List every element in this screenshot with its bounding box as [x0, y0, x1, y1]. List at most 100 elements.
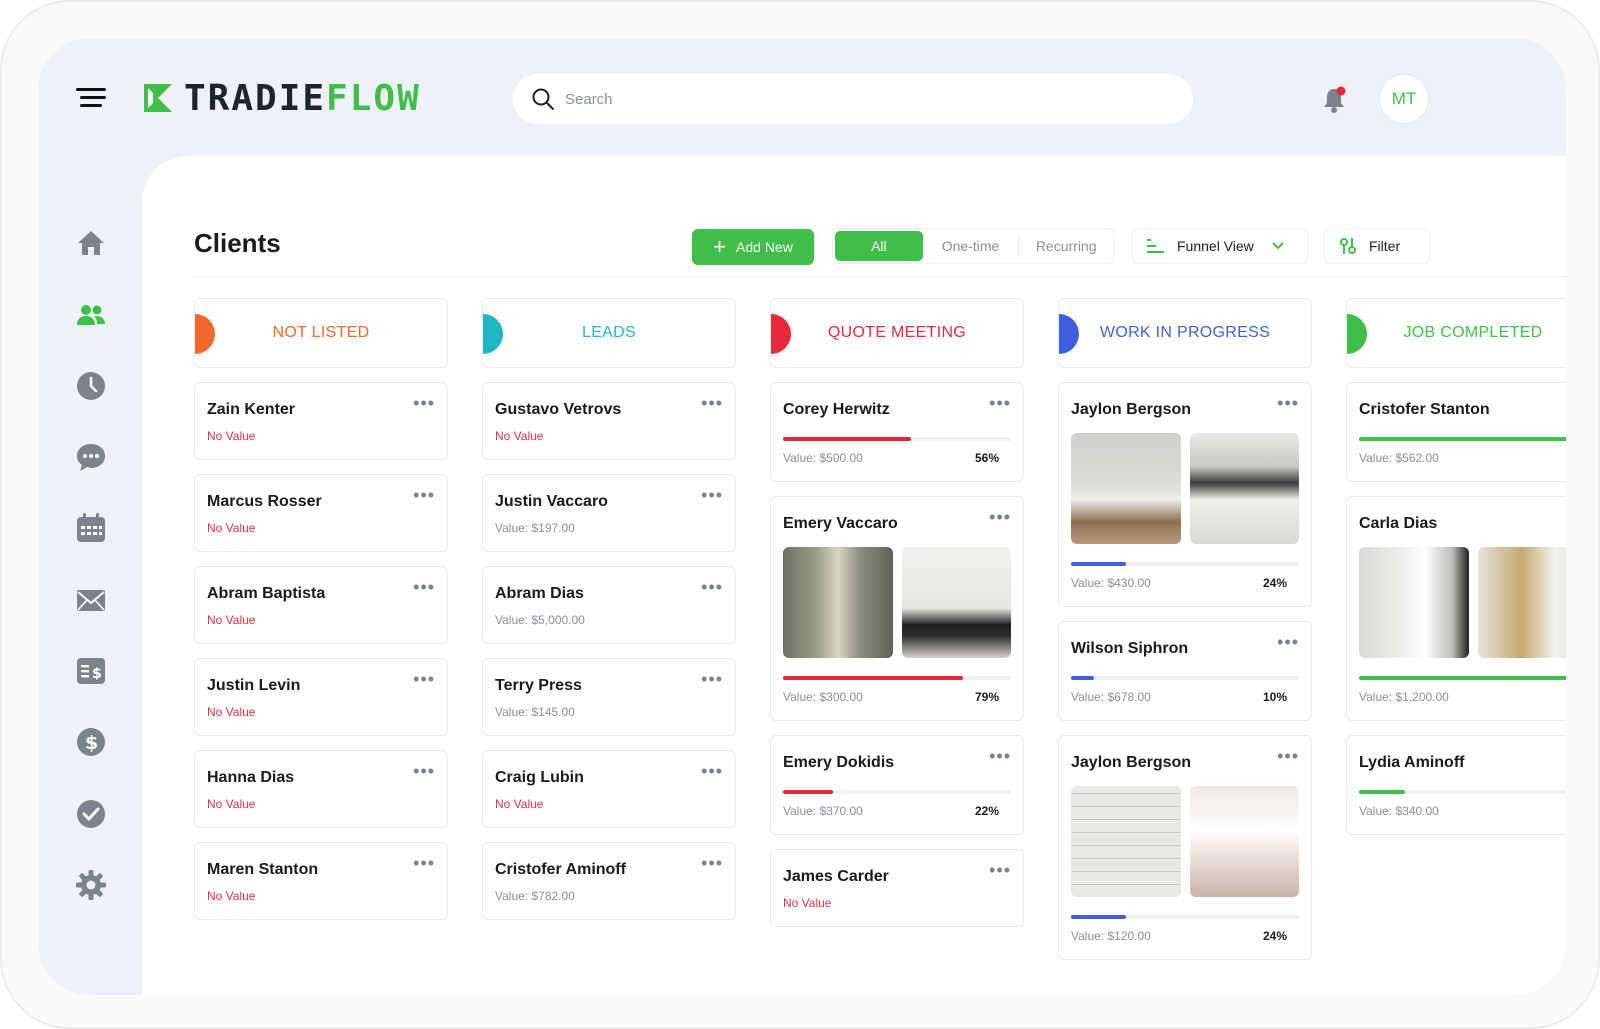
bright-kitchen-photo[interactable]	[1189, 786, 1299, 897]
deal-value: Value: $5,000.00	[495, 613, 585, 627]
more-options-icon[interactable]: •••	[1277, 393, 1299, 414]
stage-color-dot	[1347, 314, 1367, 354]
more-options-icon[interactable]: •••	[1565, 746, 1566, 767]
progress-bar	[1071, 915, 1299, 919]
gear-icon[interactable]	[74, 868, 108, 902]
client-name: Justin Vaccaro	[495, 493, 608, 510]
lounge-photo[interactable]	[1189, 433, 1299, 544]
more-options-icon[interactable]: •••	[1277, 746, 1299, 767]
client-card[interactable]: Emery Vaccaro ••• Value: $300.00 79%	[770, 496, 1024, 721]
card-value-row: No Value	[207, 889, 435, 919]
more-options-icon[interactable]: •••	[1277, 632, 1299, 653]
deal-value: Value: $145.00	[495, 705, 575, 719]
client-card[interactable]: Jaylon Bergson ••• Value: $430.00 24%	[1058, 382, 1312, 607]
funnel-view-icon	[1147, 239, 1164, 253]
calendar-icon[interactable]	[74, 511, 108, 545]
more-options-icon[interactable]: •••	[413, 761, 435, 782]
more-options-icon[interactable]: •••	[413, 853, 435, 874]
more-options-icon[interactable]: •••	[989, 746, 1011, 767]
chevron-down-icon	[1272, 242, 1284, 250]
card-value-row: No Value	[207, 797, 435, 827]
brand-logo[interactable]: TRADIE FLOW	[142, 77, 421, 119]
user-avatar[interactable]: MT	[1379, 74, 1429, 124]
tab-one-time[interactable]: One-time	[923, 231, 1019, 261]
client-card[interactable]: Cristofer Stanton ••• Value: $562.00	[1346, 382, 1566, 482]
users-icon[interactable]	[74, 298, 108, 332]
client-card[interactable]: Gustavo Vetrovs ••• No Value	[482, 382, 736, 460]
more-options-icon[interactable]: •••	[413, 669, 435, 690]
more-options-icon[interactable]: •••	[413, 485, 435, 506]
card-value-row: Value: $340.00	[1359, 804, 1566, 834]
tab-recurring[interactable]: Recurring	[1019, 231, 1113, 261]
client-card[interactable]: Hanna Dias ••• No Value	[194, 750, 448, 828]
more-options-icon[interactable]: •••	[701, 393, 723, 414]
column-header[interactable]: WORK IN PROGRESS	[1058, 298, 1312, 368]
hallway-photo[interactable]	[783, 547, 893, 658]
progress-fill	[783, 790, 834, 794]
chat-icon[interactable]	[74, 440, 108, 474]
logo-word-tradie: TRADIE	[184, 77, 327, 119]
add-new-button[interactable]: + Add New	[692, 229, 814, 265]
tiled-wall-photo[interactable]	[1071, 786, 1181, 897]
column-title: WORK IN PROGRESS	[1099, 324, 1271, 341]
bathroom-photo[interactable]	[1359, 547, 1469, 658]
client-card[interactable]: Corey Herwitz ••• Value: $500.00 56%	[770, 382, 1024, 482]
deal-value: No Value	[207, 429, 256, 443]
kitchen-photo[interactable]	[901, 547, 1011, 658]
menu-icon[interactable]	[76, 88, 106, 108]
client-type-toggle: All One-time Recurring	[832, 228, 1114, 264]
search-bar[interactable]	[513, 74, 1193, 124]
client-card[interactable]: Lydia Aminoff ••• Value: $340.00	[1346, 735, 1566, 835]
client-card[interactable]: James Carder ••• No Value	[770, 849, 1024, 927]
client-card[interactable]: Maren Stanton ••• No Value	[194, 842, 448, 920]
more-options-icon[interactable]: •••	[701, 853, 723, 874]
client-card[interactable]: Zain Kenter ••• No Value	[194, 382, 448, 460]
deal-value: Value: $340.00	[1359, 804, 1439, 818]
card-value-row: Value: $562.00	[1359, 451, 1566, 481]
tab-all[interactable]: All	[835, 231, 923, 261]
client-card[interactable]: Wilson Siphron ••• Value: $678.00 10%	[1058, 621, 1312, 721]
living-room-photo[interactable]	[1071, 433, 1181, 544]
deal-value: No Value	[495, 429, 544, 443]
mail-icon[interactable]	[74, 583, 108, 617]
home-icon[interactable]	[74, 226, 108, 260]
pipeline-column: NOT LISTED Zain Kenter ••• No Value Marcus R…	[194, 298, 448, 920]
filter-button[interactable]: Filter	[1324, 228, 1430, 264]
column-header[interactable]: QUOTE MEETING	[770, 298, 1024, 368]
client-card[interactable]: Carla Dias ••• Value: $1,200.00	[1346, 496, 1566, 721]
column-header[interactable]: NOT LISTED	[194, 298, 448, 368]
column-header[interactable]: LEADS	[482, 298, 736, 368]
view-selector[interactable]: Funnel View	[1132, 228, 1308, 264]
more-options-icon[interactable]: •••	[413, 577, 435, 598]
more-options-icon[interactable]: •••	[989, 507, 1011, 528]
more-options-icon[interactable]: •••	[701, 485, 723, 506]
client-card[interactable]: Terry Press ••• Value: $145.00	[482, 658, 736, 736]
more-options-icon[interactable]: •••	[989, 393, 1011, 414]
more-options-icon[interactable]: •••	[1565, 393, 1566, 414]
client-card[interactable]: Justin Vaccaro ••• Value: $197.00	[482, 474, 736, 552]
column-header[interactable]: JOB COMPLETED	[1346, 298, 1566, 368]
notification-bell-icon[interactable]	[1320, 85, 1348, 115]
invoice-icon[interactable]: $	[74, 654, 108, 688]
client-card[interactable]: Craig Lubin ••• No Value	[482, 750, 736, 828]
client-card[interactable]: Emery Dokidis ••• Value: $370.00 22%	[770, 735, 1024, 835]
vanity-photo[interactable]	[1477, 547, 1566, 658]
client-card[interactable]: Abram Dias ••• Value: $5,000.00	[482, 566, 736, 644]
check-icon[interactable]	[74, 797, 108, 831]
client-card[interactable]: Justin Levin ••• No Value	[194, 658, 448, 736]
client-card[interactable]: Marcus Rosser ••• No Value	[194, 474, 448, 552]
more-options-icon[interactable]: •••	[1565, 507, 1566, 528]
card-value-row: No Value	[207, 705, 435, 735]
card-value-row: Value: $5,000.00	[495, 613, 723, 643]
more-options-icon[interactable]: •••	[989, 860, 1011, 881]
client-card[interactable]: Abram Baptista ••• No Value	[194, 566, 448, 644]
more-options-icon[interactable]: •••	[701, 577, 723, 598]
dollar-icon[interactable]: $	[74, 725, 108, 759]
clock-icon[interactable]	[74, 369, 108, 403]
more-options-icon[interactable]: •••	[413, 393, 435, 414]
more-options-icon[interactable]: •••	[701, 669, 723, 690]
client-card[interactable]: Cristofer Aminoff ••• Value: $782.00	[482, 842, 736, 920]
more-options-icon[interactable]: •••	[701, 761, 723, 782]
client-card[interactable]: Jaylon Bergson ••• Value: $120.00 24%	[1058, 735, 1312, 960]
search-input[interactable]	[565, 90, 1165, 108]
